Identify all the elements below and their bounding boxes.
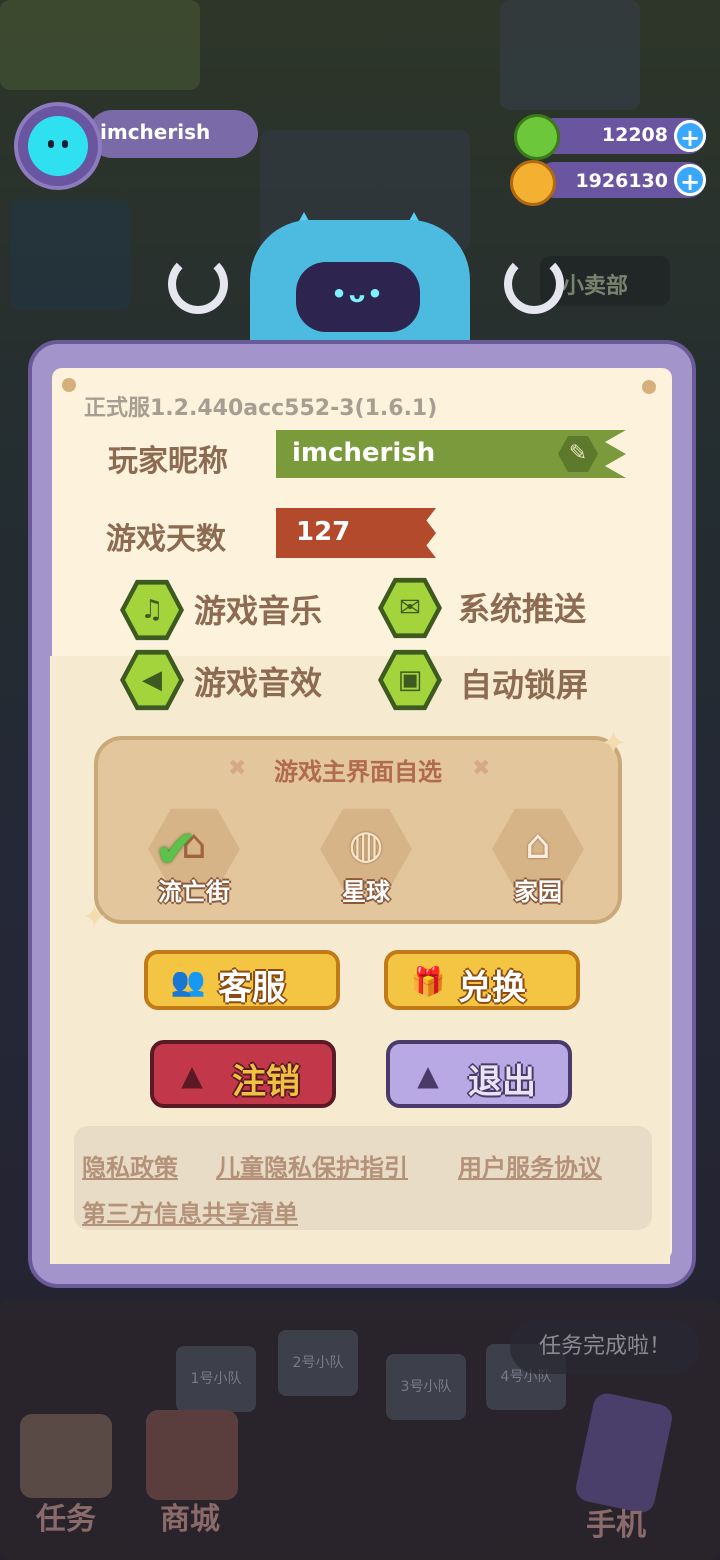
- tasks-nav-label[interactable]: 任务: [36, 1494, 96, 1538]
- child-privacy-link[interactable]: 儿童隐私保护指引: [216, 1148, 408, 1183]
- exit-label: 退出: [468, 1062, 536, 1102]
- home-option-street[interactable]: ⌂ ✔ 流亡街: [134, 800, 254, 920]
- home-option-label: 流亡街: [158, 878, 230, 906]
- privacy-policy-link[interactable]: 隐私政策: [82, 1148, 178, 1183]
- toggle-label: 系统推送: [458, 590, 587, 628]
- pin-icon: [62, 378, 76, 392]
- gem-amount: 12208: [601, 124, 668, 146]
- customer-service-label: 客服: [218, 968, 286, 1008]
- home-selector-title: 游戏主界面自选: [274, 758, 442, 786]
- third-party-sharing-link[interactable]: 第三方信息共享清单: [82, 1194, 298, 1229]
- coin-amount: 1926130: [575, 170, 668, 192]
- add-coins-button[interactable]: +: [674, 164, 706, 196]
- profile-name: imcherish: [100, 120, 211, 144]
- add-gems-button[interactable]: +: [674, 120, 706, 152]
- home-option-label: 家园: [514, 878, 562, 906]
- logout-button[interactable]: ▲ 注销: [150, 1040, 336, 1108]
- home-option-house[interactable]: ⌂ 家园: [478, 800, 598, 920]
- robot-eyes: •ᴗ•: [331, 280, 385, 308]
- user-agreement-link[interactable]: 用户服务协议: [458, 1148, 602, 1183]
- gift-icon: 🎁: [410, 965, 446, 998]
- redeem-button[interactable]: 🎁 兑换: [384, 950, 580, 1010]
- tasks-book-icon[interactable]: [20, 1414, 112, 1498]
- people-icon: 👥: [170, 965, 206, 998]
- pin-icon: [642, 380, 656, 394]
- nickname-value: imcherish: [292, 438, 436, 468]
- house-icon: ⌂: [525, 822, 551, 868]
- home-option-label: 星球: [342, 878, 390, 906]
- toggle-label: 自动锁屏: [460, 666, 589, 704]
- squad-slot: 3号小队: [386, 1354, 466, 1420]
- toggle-label: 游戏音效: [194, 664, 323, 702]
- home-option-planet[interactable]: ◍ 星球: [306, 800, 426, 920]
- shop-stall-icon[interactable]: [146, 1410, 238, 1500]
- shop-nav-label[interactable]: 商城: [160, 1494, 220, 1538]
- robot-left-claw: [168, 254, 228, 314]
- play-days-value: 127: [296, 517, 351, 547]
- version-text: 正式服1.2.440acc552-3(1.6.1): [84, 396, 438, 421]
- logout-label: 注销: [232, 1062, 300, 1102]
- squad-slot: 1号小队: [176, 1346, 256, 1412]
- squad-slot: 2号小队: [278, 1330, 358, 1396]
- phone-nav-label[interactable]: 手机: [586, 1500, 646, 1544]
- task-complete-toast: 任务完成啦！: [510, 1320, 700, 1374]
- selected-check-icon: ✔: [154, 820, 198, 880]
- exit-button[interactable]: ▲ 退出: [386, 1040, 572, 1108]
- cat-face-icon: [28, 116, 88, 176]
- planet-icon: ◍: [348, 822, 384, 868]
- warning-icon: ▲: [417, 1059, 439, 1092]
- warning-icon: ▲: [181, 1059, 203, 1092]
- robot-right-claw: [504, 254, 564, 314]
- customer-service-button[interactable]: 👥 客服: [144, 950, 340, 1010]
- avatar[interactable]: [14, 102, 102, 190]
- play-days-label: 游戏天数: [106, 522, 226, 557]
- toggle-label: 游戏音乐: [194, 592, 323, 630]
- redeem-label: 兑换: [458, 968, 526, 1008]
- nickname-label: 玩家昵称: [108, 444, 228, 479]
- sparkle-icon: ✦: [82, 900, 108, 935]
